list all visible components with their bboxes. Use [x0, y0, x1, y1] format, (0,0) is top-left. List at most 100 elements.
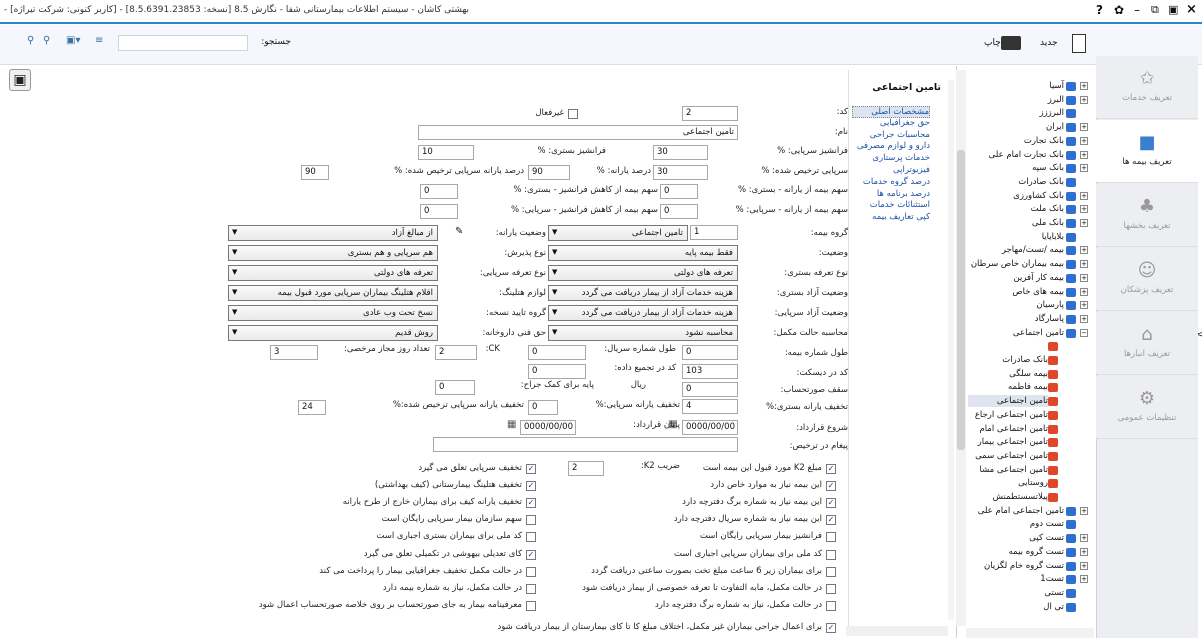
checkbox-left-1[interactable]: ✓ [526, 481, 536, 492]
form-nav-link[interactable]: مشخصات اصلی [852, 106, 930, 118]
inactive-checkbox[interactable] [568, 109, 578, 119]
checkbox-right-1[interactable]: ✓ [826, 481, 836, 492]
field-code[interactable]: 2 [682, 106, 738, 121]
tree-expander-icon[interactable]: + [1080, 506, 1088, 515]
checkbox-right-4[interactable] [826, 532, 836, 543]
checkbox-right-7[interactable] [826, 583, 836, 594]
checkbox-left-4[interactable] [526, 532, 536, 543]
tree-expander-icon[interactable]: + [1080, 287, 1088, 296]
calendar-icon[interactable]: ▦ [507, 419, 516, 430]
field-subsidy_outpat_disc[interactable]: 90 [301, 165, 329, 180]
checkbox-right-2[interactable]: ✓ [826, 498, 836, 509]
gear-icon[interactable]: ✿ [1114, 3, 1124, 17]
tree-expander-icon[interactable]: + [1080, 123, 1088, 132]
new-button[interactable]: جدید [1040, 34, 1095, 54]
field-ins_share_sub_outpat[interactable]: 0 [660, 204, 698, 219]
tree-expander-icon[interactable]: + [1080, 150, 1088, 159]
tree-expander-icon[interactable]: + [1080, 534, 1088, 543]
tree-expander-icon[interactable]: + [1080, 205, 1088, 214]
checkbox-left-3[interactable] [526, 515, 536, 526]
form-scrollbar[interactable] [948, 80, 954, 620]
tree-expander-icon[interactable]: + [1080, 246, 1088, 255]
tree-scrollbar-thumb[interactable] [957, 150, 965, 450]
select-consumables[interactable]: اقلام هتلینگ بیماران سرپایی مورد قبول بی… [228, 285, 438, 301]
sidebar-button-5[interactable]: ⚙ تنظیمات عمومی [1096, 376, 1198, 439]
checkbox-right-5[interactable] [826, 549, 836, 560]
sidebar-button-0[interactable]: ✩ تعریف خدمات [1096, 56, 1198, 119]
close-icon[interactable]: × [1186, 2, 1197, 17]
form-nav-link[interactable]: کپی تعاریف بیمه [852, 212, 930, 222]
select-supp_calc[interactable]: محاسبه نشود [548, 325, 738, 341]
tree-expander-icon[interactable]: + [1080, 561, 1088, 570]
checkbox-left-5[interactable]: ✓ [526, 549, 536, 560]
select-rx_confirm[interactable]: نسخ تحت وب عادی [228, 305, 438, 321]
checkbox-left-6[interactable] [526, 566, 536, 577]
edit-pencil-icon[interactable]: ✎ [455, 226, 463, 237]
field-ins_group_no[interactable]: 1 [690, 225, 738, 240]
tree-expander-icon[interactable]: + [1080, 314, 1088, 323]
save-icon[interactable]: ▣ [9, 69, 31, 91]
field-ins_no_len[interactable]: 0 [682, 345, 738, 360]
tree-scrollbar[interactable] [956, 70, 966, 626]
search-input[interactable] [118, 35, 248, 51]
select-tariff_inpat[interactable]: تعرفه های دولتی [548, 265, 738, 281]
sidebar-button-2[interactable]: ♣ تعریف بخشها [1096, 184, 1198, 247]
field-start[interactable]: 0000/00/00 [682, 420, 738, 435]
field-name[interactable]: تامین اجتماعی [418, 125, 738, 140]
field-msg[interactable] [433, 437, 738, 452]
field-ins_share_sub_inpat[interactable]: 0 [660, 184, 698, 199]
checkbox-left-0[interactable]: ✓ [526, 464, 536, 474]
form-nav-link[interactable]: فیزیوتراپی [852, 165, 930, 175]
select-tariff_outpat[interactable]: تعرفه های دولتی [228, 265, 438, 281]
list-view-icon[interactable]: ≡ [95, 35, 103, 46]
form-nav-link[interactable]: درصد برنامه ها [852, 189, 930, 199]
field-disc_inpat[interactable]: 4 [682, 399, 738, 414]
field-surg_base[interactable]: 0 [435, 380, 475, 395]
tree-expander-icon[interactable]: + [1080, 575, 1088, 584]
form-nav-link[interactable]: درصد گروه خدمات [852, 177, 930, 187]
zoom-in-icon[interactable]: ⚲ [43, 35, 50, 46]
checkbox-right-9[interactable]: ✓ [826, 623, 836, 633]
zoom-out-icon[interactable]: ⚲ [27, 35, 34, 46]
form-nav-link[interactable]: استثنائات خدمات [852, 200, 930, 210]
tree-expander-icon[interactable]: + [1080, 82, 1088, 90]
field-disc_outpat_rel[interactable]: 24 [298, 400, 326, 415]
tree-expander-icon[interactable]: + [1080, 260, 1088, 269]
tree-expander-icon[interactable]: + [1080, 95, 1088, 104]
checkbox-left-8[interactable] [526, 600, 536, 611]
tree-expander-icon[interactable]: + [1080, 219, 1088, 227]
field-ins_share_fr_outpat[interactable]: 0 [420, 204, 458, 219]
checkbox-right-3[interactable]: ✓ [826, 515, 836, 526]
form-nav-link[interactable]: دارو و لوازم مصرفی [852, 141, 930, 151]
restore-icon[interactable]: ⧉ [1151, 3, 1159, 17]
field-disc_outpat[interactable]: 30 [653, 165, 708, 180]
form-nav-link[interactable]: حق جغرافیایی [852, 118, 930, 128]
field-fr_inpat[interactable]: 10 [418, 145, 474, 160]
field-serial_len[interactable]: 0 [528, 345, 586, 360]
form-nav-link[interactable]: محاسبات جراحی [852, 130, 930, 140]
field-ck[interactable]: 2 [435, 345, 477, 360]
field-ins_share_fr_inpat[interactable]: 0 [420, 184, 458, 199]
checkbox-left-7[interactable] [526, 583, 536, 594]
select-free_outpat[interactable]: هزینه خدمات آزاد از بیمار دریافت می گردد [548, 305, 738, 321]
field-leave_days[interactable]: 3 [270, 345, 318, 360]
field-diskette[interactable]: 103 [682, 364, 738, 379]
select-status[interactable]: فقط بیمه پایه [548, 245, 738, 261]
checkbox-right-0[interactable]: ✓ [826, 464, 836, 474]
tree-expander-icon[interactable]: − [1080, 328, 1088, 337]
select-pharm_fee[interactable]: روش قدیم [228, 325, 438, 341]
form-hscrollbar[interactable] [846, 626, 946, 636]
tree-expander-icon[interactable]: + [1080, 547, 1088, 556]
sidebar-button-1[interactable]: ■ تعریف بیمه ها [1096, 120, 1198, 183]
minimize-icon[interactable]: – [1134, 3, 1140, 17]
field-aggregate[interactable]: 0 [528, 364, 586, 379]
select-free_inpat[interactable]: هزینه خدمات آزاد از بیمار دریافت می گردد [548, 285, 738, 301]
tree-expander-icon[interactable]: + [1080, 301, 1088, 310]
tree-expander-icon[interactable]: + [1080, 273, 1088, 282]
checkbox-right-6[interactable] [826, 566, 836, 577]
tree-expander-icon[interactable]: + [1080, 164, 1088, 173]
select-ins_group[interactable]: تامین اجتماعی [548, 225, 688, 241]
field-ceiling[interactable]: 0 [682, 382, 738, 397]
field-disc_outpat2[interactable]: 0 [528, 400, 558, 415]
field-subsidy_pct[interactable]: 90 [528, 165, 570, 180]
